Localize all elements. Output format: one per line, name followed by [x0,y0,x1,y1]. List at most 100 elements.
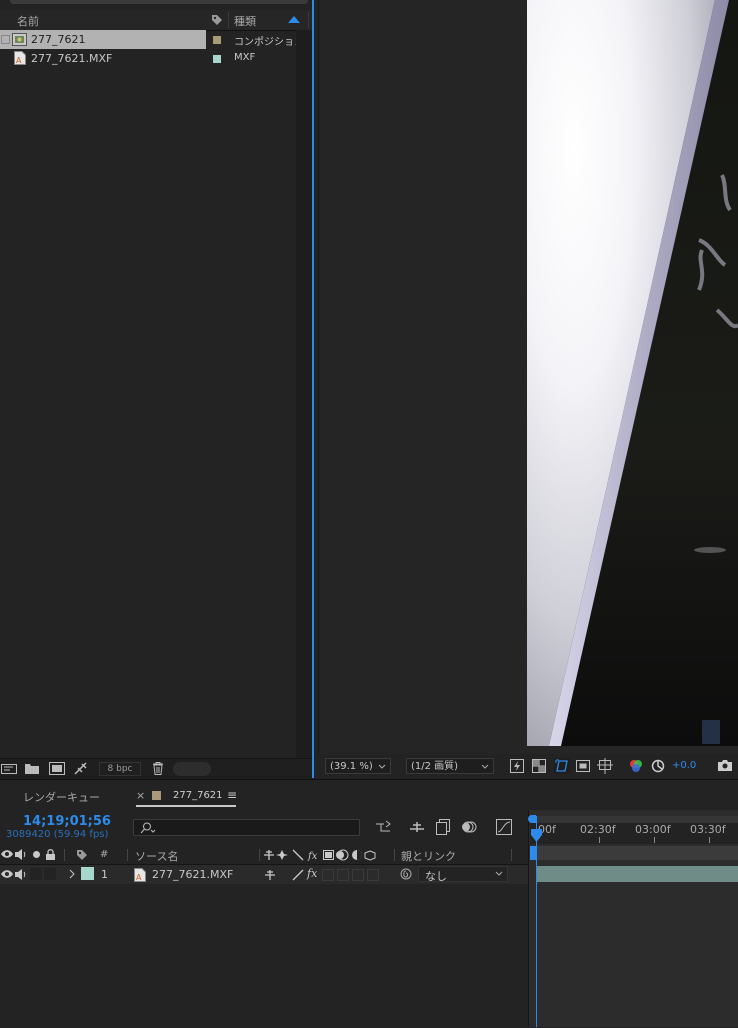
label-color-swatch[interactable] [213,36,221,44]
column-divider [259,849,260,861]
project-scrollbar[interactable] [296,30,312,760]
project-item-name: 277_7621.MXF [31,52,113,65]
zoom-value: (39.1 %) [330,761,373,772]
svg-text:fx: fx [307,851,318,861]
reset-exposure-icon[interactable] [651,759,665,773]
footage-file-icon: A [14,51,26,65]
resolution-value: (1/2 画質) [411,761,459,772]
search-icon [140,822,156,834]
guides-grid-icon[interactable] [597,758,613,774]
composition-icon [12,33,27,46]
comp-label-swatch [152,791,161,800]
effects-switch-icon[interactable]: fx [307,867,317,880]
label-color-swatch[interactable] [213,55,221,63]
layer-row[interactable]: 1 A 277_7621.MXF fx なし [0,865,528,884]
layer-number: 1 [101,868,108,881]
project-panel [0,0,314,778]
layer-duration-bar[interactable] [537,866,738,882]
eye-icon[interactable] [1,849,13,859]
tab-render-queue[interactable]: レンダーキュー [23,789,100,805]
new-composition-icon[interactable] [49,762,65,775]
frame-blend-switch[interactable] [322,869,334,881]
interpret-footage-icon[interactable] [1,763,17,775]
column-name-header[interactable]: 名前 [17,13,39,29]
motion-blur-switch[interactable] [337,869,349,881]
column-type-header[interactable]: 種類 [234,13,256,29]
snapshot-camera-icon[interactable] [718,759,732,771]
svg-text:A: A [16,56,22,65]
layer-source-name[interactable]: 277_7621.MXF [152,868,233,881]
expand-chevron-icon[interactable] [68,868,76,880]
composition-duration-bar [530,846,738,860]
sort-ascending-icon[interactable] [288,16,300,23]
region-of-interest-icon[interactable] [576,759,590,773]
bit-depth-button[interactable]: 8 bpc [99,762,141,776]
motion-blur-icon[interactable] [461,819,477,835]
adjust-settings-icon[interactable] [74,762,88,775]
footage-file-icon: A [134,868,146,882]
shy-switch-icon[interactable] [264,869,276,881]
current-time-indicator-line[interactable] [536,816,537,1027]
layer-search-input[interactable] [133,819,360,836]
column-divider [308,12,309,28]
column-source-name-header[interactable]: ソース名 [135,848,178,864]
solo-dot-icon[interactable] [33,851,40,858]
layer-columns-header: # ソース名 fx 親とリンク [0,846,528,865]
3d-layer-switch[interactable] [367,869,379,881]
project-column-header: 名前 種類 [0,10,312,31]
comp-mini-flowchart-icon[interactable] [376,820,392,834]
pick-whip-icon[interactable] [400,868,412,880]
horizontal-scroll-thumb[interactable] [173,762,211,776]
magnification-dropdown[interactable]: (39.1 %) [325,758,391,774]
audio-speaker-icon[interactable] [15,869,27,880]
panel-menu-icon[interactable]: ≡ [227,788,237,802]
tab-composition[interactable]: 277_7621 [173,790,223,801]
column-number-header[interactable]: # [100,849,108,860]
column-divider [511,849,512,861]
project-bottom-toolbar: 8 bpc [0,758,312,779]
column-parent-header[interactable]: 親とリンク [401,848,456,864]
exposure-value[interactable]: +0.0 [672,760,696,771]
ruler-label: 02:30f [580,823,616,836]
shy-layers-icon[interactable] [409,820,425,834]
column-divider [127,849,128,861]
preview-frame[interactable] [527,0,738,746]
chevron-down-icon [495,867,503,881]
close-tab-icon[interactable]: × [136,789,145,802]
audio-speaker-icon[interactable] [15,849,27,860]
column-divider [394,849,395,861]
quality-switch-icon[interactable] [292,869,304,881]
fast-preview-icon[interactable] [510,759,524,773]
lock-icon[interactable] [46,849,55,860]
column-divider [64,849,65,861]
label-tag-icon[interactable] [76,849,88,861]
frame-blending-icon[interactable] [435,819,451,835]
checkbox-icon[interactable] [1,35,10,44]
frame-info: 3089420 (59.94 fps) [6,829,109,840]
current-timecode[interactable]: 14;19;01;56 [23,814,111,829]
work-area-range-bar[interactable] [530,816,738,823]
ruler-label: 03:30f [690,823,726,836]
current-time-indicator-head[interactable] [531,829,542,843]
graph-editor-icon[interactable] [496,819,512,835]
label-tag-icon[interactable] [211,14,223,26]
ruler-label: 03:00f [635,823,671,836]
trash-icon[interactable] [152,762,164,775]
mask-path-visibility-icon[interactable] [554,758,570,774]
adjustment-layer-switch[interactable] [352,869,364,881]
work-area-start-handle[interactable] [528,815,536,823]
project-item-type: MXF [234,52,256,63]
layer-label-color[interactable] [81,867,94,880]
new-folder-icon[interactable] [25,763,39,774]
solo-toggle[interactable] [30,868,42,880]
channel-rgb-icon[interactable] [629,759,643,773]
ruler-tick [709,837,710,843]
project-item-type: コンポジション [234,37,304,48]
parent-dropdown[interactable]: なし [418,866,508,883]
active-tab-underline [136,805,236,807]
project-preview-strip [10,0,308,4]
resolution-dropdown[interactable]: (1/2 画質) [406,758,494,774]
lock-toggle[interactable] [44,868,56,880]
video-visibility-eye-icon[interactable] [1,869,13,879]
transparency-grid-icon[interactable] [532,759,546,773]
